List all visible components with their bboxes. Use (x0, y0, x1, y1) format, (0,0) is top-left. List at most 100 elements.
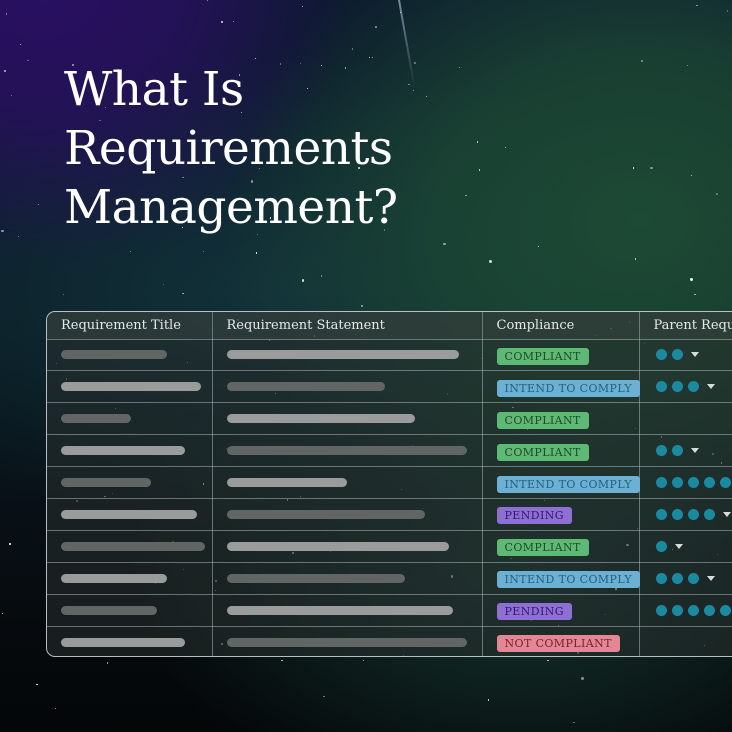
compliance-cell[interactable]: PENDING (481, 497, 640, 531)
compliance-cell[interactable]: COMPLIANT (481, 338, 640, 372)
requirement-title-cell[interactable] (47, 529, 213, 563)
requirement-statement-cell[interactable] (211, 402, 483, 436)
star (573, 721, 575, 723)
requirement-statement-cell[interactable] (211, 497, 483, 531)
chevron-down-icon[interactable] (722, 511, 731, 517)
requirement-statement-cell[interactable] (211, 593, 483, 627)
table-row[interactable]: COMPLIANT (47, 434, 732, 468)
star (363, 659, 365, 662)
compliance-badge[interactable]: INTEND TO COMPLY (496, 571, 640, 589)
compliance-cell[interactable]: INTEND TO COMPLY (481, 370, 640, 404)
parent-link-dot (687, 477, 699, 488)
table-row[interactable]: PENDING (47, 593, 732, 627)
requirement-title-cell[interactable] (47, 561, 213, 595)
compliance-badge[interactable]: COMPLIANT (496, 443, 589, 461)
compliance-badge[interactable]: COMPLIANT (496, 347, 589, 365)
requirement-title-cell[interactable] (47, 625, 213, 656)
header-requirement-statement[interactable]: Requirement Statement (211, 312, 483, 340)
compliance-cell[interactable]: COMPLIANT (481, 529, 640, 563)
compliance-badge[interactable]: COMPLIANT (496, 411, 589, 429)
chevron-down-icon[interactable] (674, 543, 683, 549)
parent-requirement-dots (654, 508, 732, 520)
requirement-title-cell[interactable] (47, 338, 213, 372)
compliance-cell[interactable]: COMPLIANT (481, 402, 640, 436)
parent-link-dot (671, 572, 683, 584)
chevron-down-icon[interactable] (690, 448, 699, 454)
requirement-statement-cell[interactable] (211, 370, 483, 404)
title-placeholder-bar (61, 478, 151, 487)
requirement-statement-cell[interactable] (211, 466, 483, 499)
parent-link-dot (655, 381, 667, 393)
star (690, 278, 693, 281)
header-compliance[interactable]: Compliance (481, 312, 640, 340)
compliance-cell[interactable]: INTEND TO COMPLY (481, 466, 640, 499)
star (301, 6, 304, 8)
compliance-cell[interactable]: NOT COMPLIANT (481, 625, 640, 656)
requirement-title-cell[interactable] (47, 497, 213, 531)
chevron-down-icon[interactable] (690, 352, 699, 358)
parent-requirement-cell[interactable] (638, 625, 732, 656)
requirement-statement-cell[interactable] (211, 338, 483, 372)
star (129, 250, 132, 252)
compliance-badge[interactable]: PENDING (496, 507, 572, 525)
requirement-title-cell[interactable] (47, 402, 213, 436)
star (37, 203, 40, 205)
parent-requirement-cell[interactable] (638, 561, 732, 595)
requirement-title-cell[interactable] (47, 466, 213, 499)
parent-link-dot (703, 604, 715, 616)
requirement-title-cell[interactable] (47, 370, 213, 404)
parent-link-dot (655, 604, 667, 616)
parent-requirement-cell[interactable] (638, 529, 732, 563)
requirement-statement-cell[interactable] (211, 625, 483, 656)
star (443, 242, 446, 246)
table-row[interactable]: COMPLIANT (47, 338, 732, 372)
table-row[interactable]: NOT COMPLIANT (47, 625, 732, 656)
star (489, 260, 492, 263)
table-row[interactable]: INTEND TO COMPLY (47, 466, 732, 499)
parent-requirement-cell[interactable] (638, 338, 732, 372)
star (10, 94, 12, 96)
requirement-title-cell[interactable] (47, 593, 213, 627)
requirement-title-cell[interactable] (47, 434, 213, 468)
table-row[interactable]: INTEND TO COMPLY (47, 561, 732, 595)
compliance-badge[interactable]: PENDING (496, 603, 572, 621)
table-row[interactable]: COMPLIANT (47, 529, 732, 563)
star (320, 275, 323, 277)
parent-link-dot (655, 477, 667, 488)
chevron-down-icon[interactable] (706, 575, 715, 581)
parent-requirement-cell[interactable] (638, 593, 732, 627)
parent-requirement-cell[interactable] (638, 466, 732, 499)
star (690, 174, 692, 177)
requirement-statement-cell[interactable] (211, 529, 483, 563)
star (1, 229, 4, 233)
compliance-badge[interactable]: INTEND TO COMPLY (496, 379, 640, 397)
statement-placeholder-bar (226, 541, 449, 551)
title-placeholder-bar (61, 573, 167, 583)
star (374, 25, 377, 28)
compliance-badge[interactable]: NOT COMPLIANT (496, 635, 620, 653)
chevron-down-icon[interactable] (706, 384, 715, 390)
star (221, 21, 223, 23)
parent-requirement-cell[interactable] (638, 370, 732, 404)
compliance-badge[interactable]: INTEND TO COMPLY (496, 475, 640, 493)
parent-requirement-cell[interactable] (638, 497, 732, 531)
parent-requirement-cell[interactable] (638, 434, 732, 468)
statement-placeholder-bar (226, 478, 347, 487)
table-row[interactable]: COMPLIANT (47, 402, 732, 436)
table-row[interactable]: INTEND TO COMPLY (47, 370, 732, 404)
parent-requirement-cell[interactable] (638, 402, 732, 436)
table-row[interactable]: PENDING (47, 497, 732, 531)
star (182, 292, 184, 294)
compliance-badge[interactable]: COMPLIANT (496, 539, 589, 557)
parent-requirement-dots (654, 572, 732, 584)
star (2, 612, 4, 614)
requirement-statement-cell[interactable] (211, 434, 483, 468)
statement-placeholder-bar (226, 414, 415, 424)
requirement-statement-cell[interactable] (211, 561, 483, 595)
header-parent-requirement[interactable]: Parent Requ (638, 312, 732, 340)
compliance-cell[interactable]: PENDING (481, 593, 640, 627)
compliance-cell[interactable]: COMPLIANT (481, 434, 640, 468)
compliance-cell[interactable]: INTEND TO COMPLY (481, 561, 640, 595)
header-requirement-title[interactable]: Requirement Title (47, 312, 213, 340)
parent-link-dot (671, 349, 683, 361)
